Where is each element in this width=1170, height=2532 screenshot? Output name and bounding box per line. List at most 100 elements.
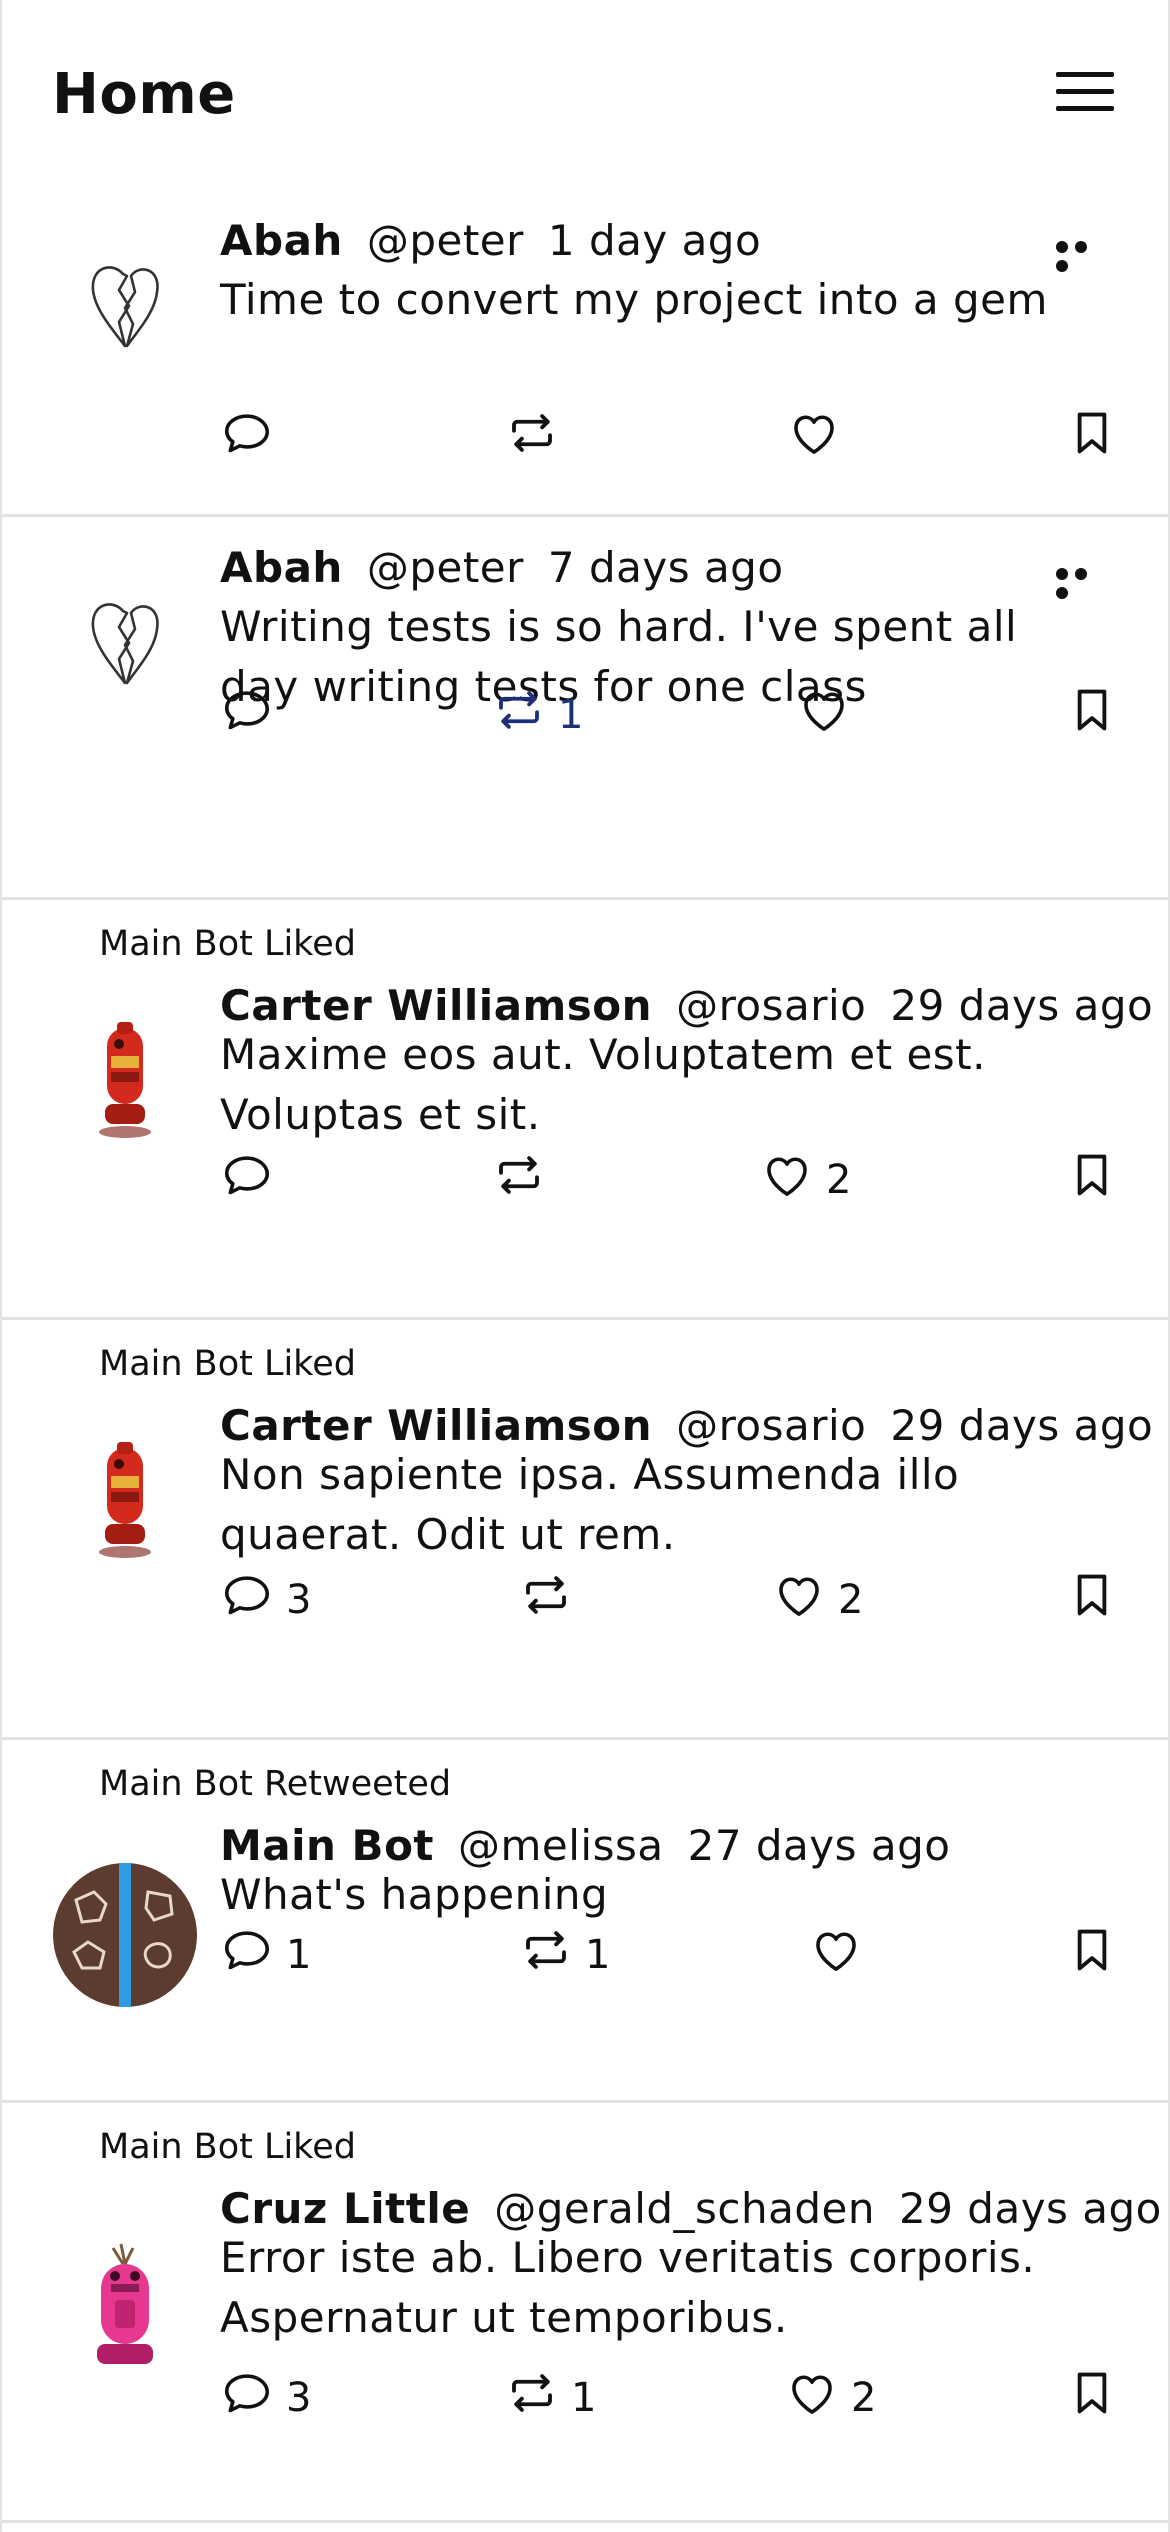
retweet-button[interactable]: [505, 408, 559, 468]
tweet-actions: 3 1 2: [2, 2368, 1168, 2428]
avatar[interactable]: [52, 2235, 198, 2381]
tweet-context-label: Main Bot Liked: [99, 1344, 356, 1384]
comment-button[interactable]: [220, 1150, 274, 1210]
author-handle[interactable]: @rosario: [676, 981, 866, 1030]
hamburger-menu-icon[interactable]: [1056, 72, 1114, 118]
heart-icon: [760, 1148, 814, 1212]
tweet-timestamp: 29 days ago: [899, 2184, 1162, 2233]
author-name[interactable]: Abah: [220, 543, 343, 592]
retweet-count: 1: [571, 2375, 597, 2421]
retweet-icon: [505, 2366, 559, 2430]
comment-count: 3: [286, 2375, 312, 2421]
avatar[interactable]: [52, 1427, 198, 1573]
author-handle[interactable]: @peter: [367, 543, 524, 592]
comment-button[interactable]: 3: [220, 2368, 311, 2428]
comment-button[interactable]: 1: [220, 1925, 311, 1985]
tweet-timestamp: 7 days ago: [547, 543, 784, 592]
comment-button[interactable]: 3: [220, 1570, 311, 1630]
comment-count: 1: [286, 1932, 312, 1978]
retweet-button[interactable]: 1: [492, 685, 583, 745]
tweet-header: Abah @peter 7 days ago: [220, 543, 1128, 592]
tweet-context-label: Main Bot Retweeted: [99, 1764, 452, 1804]
tweet-text: What's happening: [220, 1870, 609, 1919]
bookmark-button[interactable]: [1065, 685, 1119, 745]
tweet-actions: 1: [2, 685, 1168, 745]
tweet-timestamp: 29 days ago: [890, 981, 1154, 1030]
heart-icon: [797, 683, 851, 747]
bookmark-icon: [1065, 1923, 1119, 1987]
author-handle[interactable]: @melissa: [458, 1821, 664, 1870]
tweet-actions: 1 1: [2, 1925, 1168, 1985]
bookmark-button[interactable]: [1065, 2368, 1119, 2428]
tweet-card[interactable]: Abah @peter 1 day ago Time to convert my p…: [2, 190, 1168, 517]
like-button[interactable]: 2: [772, 1570, 863, 1630]
comment-icon: [220, 2366, 274, 2430]
more-options-icon[interactable]: [1056, 565, 1112, 599]
tweet-text: Error iste ab. Libero veritatis corporis…: [220, 2233, 1036, 2342]
tweet-text: Time to convert my project into a gem: [220, 275, 1048, 324]
retweet-button[interactable]: 1: [505, 2368, 596, 2428]
tweet-card[interactable]: Main Bot Retweeted Main Bot @melissa 27 da…: [2, 1740, 1168, 2103]
bookmark-button[interactable]: [1065, 1570, 1119, 1630]
bookmark-icon: [1065, 406, 1119, 470]
comment-button[interactable]: [220, 685, 274, 745]
like-button[interactable]: [809, 1925, 863, 1985]
author-handle[interactable]: @gerald_schaden: [494, 2184, 875, 2233]
like-count: 2: [851, 2375, 877, 2421]
tweet-card[interactable]: Main Bot Liked Carter Williamson @rosario…: [2, 900, 1168, 1320]
like-button[interactable]: 2: [760, 1150, 851, 1210]
retweet-icon: [492, 683, 546, 747]
bookmark-icon: [1065, 683, 1119, 747]
page-title: Home: [52, 62, 236, 127]
comment-icon: [220, 1148, 274, 1212]
bookmark-button[interactable]: [1065, 408, 1119, 468]
tweet-actions: 2: [2, 1150, 1168, 1210]
retweet-count: 1: [585, 1932, 611, 1978]
author-name[interactable]: Carter Williamson: [220, 981, 652, 1030]
retweet-icon: [505, 406, 559, 470]
heart-icon: [785, 2366, 839, 2430]
like-button[interactable]: [797, 685, 851, 745]
author-name[interactable]: Main Bot: [220, 1821, 434, 1870]
top-bar: Home: [2, 0, 1168, 190]
tweet-card[interactable]: Abah @peter 7 days ago Writing tests is so…: [2, 517, 1168, 900]
tweet-context-label: Main Bot Liked: [99, 924, 356, 964]
comment-button[interactable]: [220, 408, 274, 468]
tweet-actions: [2, 408, 1168, 468]
tweet-feed: Abah @peter 1 day ago Time to convert my p…: [2, 190, 1168, 2523]
avatar[interactable]: [52, 233, 198, 379]
bookmark-button[interactable]: [1065, 1925, 1119, 1985]
like-button[interactable]: [787, 408, 841, 468]
tweet-header: Carter Williamson @rosario 29 days ago: [220, 981, 1153, 1030]
tweet-card[interactable]: Main Bot Liked Cruz Little @gerald_schade…: [2, 2103, 1168, 2523]
author-handle[interactable]: @peter: [367, 216, 524, 265]
tweet-timestamp: 27 days ago: [687, 1821, 951, 1870]
retweet-button[interactable]: 1: [519, 1925, 610, 1985]
tweet-header: Cruz Little @gerald_schaden 29 days ago: [220, 2184, 1161, 2233]
avatar[interactable]: [52, 1007, 198, 1153]
like-button[interactable]: 2: [785, 2368, 876, 2428]
comment-icon: [220, 683, 274, 747]
tweet-timestamp: 1 day ago: [547, 216, 762, 265]
author-name[interactable]: Abah: [220, 216, 343, 265]
comment-count: 3: [286, 1577, 312, 1623]
retweet-button[interactable]: [492, 1150, 546, 1210]
tweet-header: Main Bot @melissa 27 days ago: [220, 1821, 1128, 1870]
bookmark-button[interactable]: [1065, 1150, 1119, 1210]
tweet-text: Maxime eos aut. Voluptatem et est. Volup…: [220, 1030, 986, 1139]
retweet-count: 1: [558, 692, 584, 738]
heart-icon: [772, 1568, 826, 1632]
bookmark-icon: [1065, 1148, 1119, 1212]
tweet-text: Non sapiente ipsa. Assumenda illo quaera…: [220, 1450, 960, 1559]
comment-icon: [220, 1923, 274, 1987]
bookmark-icon: [1065, 2366, 1119, 2430]
like-count: 2: [826, 1157, 852, 1203]
author-name[interactable]: Carter Williamson: [220, 1401, 652, 1450]
tweet-card[interactable]: Main Bot Liked Carter Williamson @rosario…: [2, 1320, 1168, 1740]
author-handle[interactable]: @rosario: [676, 1401, 866, 1450]
author-name[interactable]: Cruz Little: [220, 2184, 470, 2233]
retweet-button[interactable]: [519, 1570, 573, 1630]
tweet-actions: 3 2: [2, 1570, 1168, 1630]
more-options-icon[interactable]: [1056, 238, 1112, 272]
tweet-header: Abah @peter 1 day ago: [220, 216, 1128, 265]
